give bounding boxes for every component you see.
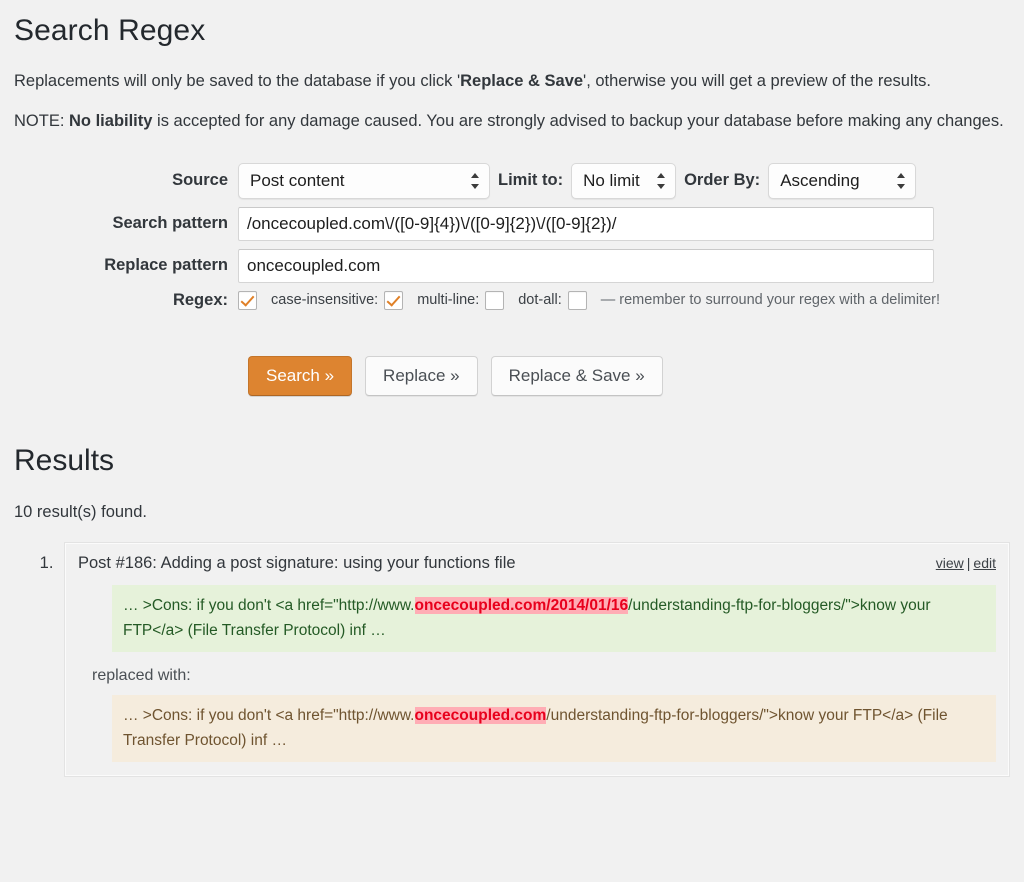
dot-all-label: dot-all: (518, 292, 562, 309)
snippet-after: … >Cons: if you don't <a href="http://ww… (112, 694, 996, 762)
chevron-updown-icon (471, 172, 480, 190)
form-row-replace-pattern: Replace pattern (14, 248, 1010, 283)
snippet-before: … >Cons: if you don't <a href="http://ww… (112, 584, 996, 652)
results-count: 10 result(s) found. (14, 503, 147, 522)
note-text-after: is accepted for any damage caused. You a… (152, 112, 1004, 131)
results-heading: Results (14, 443, 115, 477)
regex-checkbox[interactable] (238, 290, 257, 310)
dot-all-checkbox[interactable] (567, 290, 587, 310)
source-select-value: Post content (250, 170, 345, 190)
order-by-label: Order By: (684, 171, 761, 190)
delimiter-hint: — remember to surround your regex with a… (600, 292, 941, 309)
page-title: Search Regex (14, 14, 206, 47)
replace-pattern-label: Replace pattern (104, 256, 228, 275)
multi-line-checkbox[interactable] (485, 290, 505, 310)
intro-bold-replace-save: Replace & Save (460, 71, 584, 90)
intro-paragraph-replacements: Replacements will only be saved to the d… (14, 69, 1010, 95)
form-row-search-pattern: Search pattern (14, 206, 1010, 241)
snippet-after-prefix: … >Cons: if you don't <a href="http://ww… (123, 706, 415, 724)
regex-label: Regex: (172, 290, 228, 309)
form-actions: Search » Replace » Replace & Save » (248, 355, 1010, 396)
snippet-before-match: oncecoupled.com/2014/01/16 (414, 596, 629, 614)
form-row-source: Source Post content Limit to: No limit O… (14, 162, 1010, 199)
link-separator: | (966, 555, 971, 572)
limit-select-value: No limit (583, 170, 640, 190)
limit-to-label: Limit to: (498, 171, 564, 190)
order-select[interactable]: Ascending (768, 162, 917, 199)
replace-pattern-input[interactable] (238, 248, 934, 283)
limit-select[interactable]: No limit (571, 162, 677, 199)
replace-button[interactable]: Replace » (365, 355, 478, 396)
source-select[interactable]: Post content (238, 162, 490, 199)
search-regex-form: Source Post content Limit to: No limit O… (14, 162, 1010, 396)
intro-text-before: Replacements will only be saved to the d… (14, 71, 461, 90)
case-insensitive-checkbox[interactable] (384, 290, 404, 310)
order-select-value: Ascending (780, 170, 860, 190)
chevron-updown-icon (897, 172, 906, 190)
case-insensitive-label: case-insensitive: (271, 292, 379, 309)
result-card: Post #186: Adding a post signature: usin… (64, 542, 1010, 777)
replaced-with-label: replaced with: (92, 666, 191, 684)
source-label: Source (172, 171, 228, 190)
intro-text-after: ', otherwise you will get a preview of t… (583, 71, 932, 90)
result-title: Post #186: Adding a post signature: usin… (78, 554, 516, 573)
results-section: Results 10 result(s) found. Post #186: A… (14, 434, 1010, 777)
replace-and-save-button[interactable]: Replace & Save » (490, 355, 663, 396)
form-row-regex-options: Regex: case-insensitive: multi-line: dot… (14, 290, 1010, 310)
search-pattern-label: Search pattern (112, 214, 228, 233)
chevron-updown-icon (657, 172, 666, 190)
note-text-before: NOTE: (14, 112, 70, 131)
snippet-after-match: oncecoupled.com (414, 706, 547, 724)
snippet-before-prefix: … >Cons: if you don't <a href="http://ww… (123, 596, 415, 614)
note-bold-no-liability: No liability (69, 112, 153, 131)
results-list: Post #186: Adding a post signature: usin… (14, 542, 1010, 777)
search-button[interactable]: Search » (248, 355, 353, 396)
search-pattern-input[interactable] (238, 206, 934, 241)
result-actions: view | edit (922, 555, 996, 571)
multi-line-label: multi-line: (417, 292, 480, 309)
result-header: Post #186: Adding a post signature: usin… (78, 553, 996, 574)
view-link[interactable]: view (936, 555, 964, 571)
list-item: Post #186: Adding a post signature: usin… (58, 542, 1010, 777)
search-regex-page: Search Regex Replacements will only be s… (0, 0, 1024, 777)
edit-link[interactable]: edit (973, 555, 996, 571)
intro-paragraph-note: NOTE: No liability is accepted for any d… (14, 109, 1010, 135)
